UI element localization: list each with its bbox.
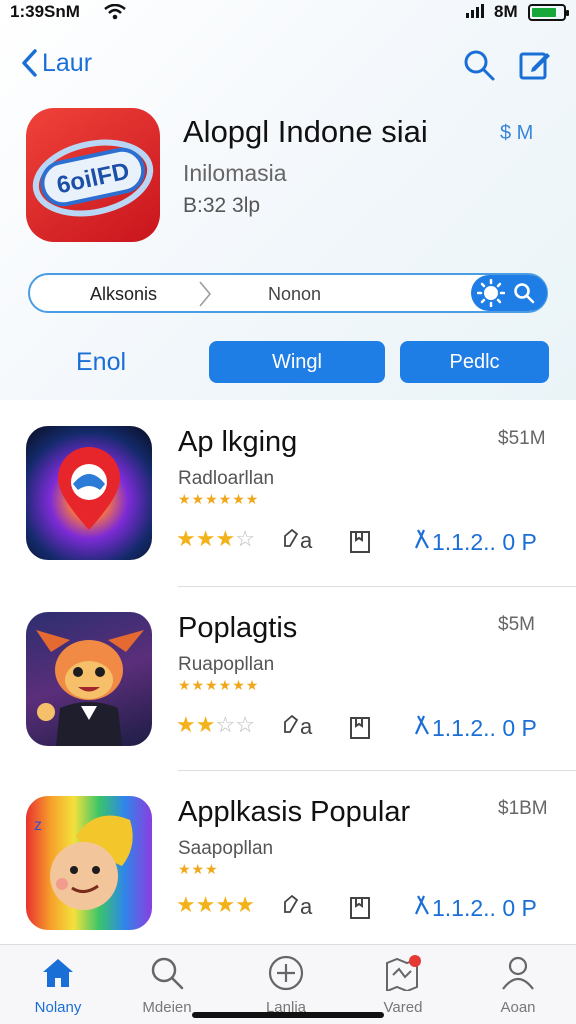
character-icon: z [34,815,133,910]
star-icon: ★ [195,526,216,551]
status-time: 1:39SnM [10,2,80,21]
tab-label: Nolany [34,999,82,1016]
app-size: B:32 3lp [183,194,261,217]
item-version[interactable]: 1.1.2.. 0 P [412,714,537,742]
svg-text:z: z [34,817,42,834]
star-rating-icon: ★★★☆ [176,526,255,552]
battery-icon [528,4,569,21]
bookmark-icon[interactable] [348,714,372,740]
edit-icon [284,894,299,913]
star-rating-icon: ★★★★ [176,892,255,918]
item-price: $1BM [498,798,548,819]
tab-label: Aoan [500,999,536,1016]
bookmark-icon[interactable] [348,894,372,920]
filter-text-button[interactable]: Enol [76,348,126,377]
person-icon [502,956,534,990]
search-segment-left[interactable]: Alksonis [90,284,157,305]
plus-circle-icon [268,955,304,991]
item-subtitle: Ruapopllan [178,654,275,675]
item-price: $5M [498,614,535,635]
app-icon [26,612,152,746]
search-icon [151,957,184,990]
star-icon: ★ [195,892,216,917]
tab-home[interactable]: Nolany [12,955,104,1016]
header-small-icons[interactable]: $ M [500,122,533,145]
star-icon: ★ [195,712,216,737]
nav-bar: Laur [0,40,576,94]
item-a-label: a [282,894,312,920]
star-icon: ★ [215,526,236,551]
tab-map[interactable]: Vared [357,955,449,1016]
status-bar: 1:39SnM 8M [0,0,576,26]
download-icon [414,895,429,915]
list-item[interactable]: Poplagtis Ruapopllan ★★★★★★ $5M ★★☆☆ a 1… [0,590,576,774]
edit-icon [284,528,299,547]
bookmark-icon[interactable] [348,528,372,554]
divider [178,770,576,771]
divider [178,586,576,587]
status-right-text: 8M [494,2,518,21]
app-logo-icon: 6oilFD [32,139,154,217]
download-icon [414,529,429,549]
filter-button-1[interactable]: Wingl [209,341,385,383]
tab-profile[interactable]: Aoan [472,955,564,1016]
back-button[interactable]: Laur [20,48,92,78]
home-icon [43,959,73,987]
chevron-right-icon [199,281,211,307]
star-icon: ☆ [235,712,255,737]
chevron-left-icon [22,49,37,77]
item-rating: ★★★★★★ [178,677,260,693]
item-title: Applkasis Popular [178,796,411,828]
sun-icon [477,279,505,307]
map-icon [386,955,421,991]
item-subtitle: Radloarllan [178,468,275,489]
star-icon: ★ [176,526,196,551]
search-icon [514,283,535,304]
star-icon: ★ [235,892,255,917]
item-title: Poplagtis [178,612,298,644]
app-icon [26,426,152,560]
signal-icon [466,4,484,18]
character-icon [36,630,144,746]
home-indicator [192,1012,384,1018]
edit-icon [284,714,299,733]
star-icon: ★ [176,892,196,917]
star-icon: ★ [176,712,196,737]
search-action-button[interactable] [471,275,547,311]
app-title: Alopgl Indone siai [183,114,428,149]
star-icon: ☆ [215,712,236,737]
tab-add[interactable]: Lanlia [240,955,332,1016]
item-a-label: a [282,528,312,554]
item-version[interactable]: 1.1.2.. 0 P [412,894,537,922]
compose-icon[interactable] [518,48,552,82]
search-segment-right[interactable]: Nonon [268,284,321,305]
star-icon: ☆ [235,526,255,551]
app-icon: 6oilFD [26,108,160,242]
star-icon: ★ [215,892,236,917]
segmented-search-bar[interactable]: Alksonis Nonon [28,273,548,313]
list-item[interactable]: z Applkasis Popular Saapopllan ★★★ $1BM … [0,774,576,958]
search-icon[interactable] [462,48,496,82]
item-rating: ★★★ [178,861,219,877]
item-price: $51M [498,428,546,449]
location-pin-icon [58,447,120,530]
item-title: Ap lkging [178,426,298,458]
app-subtitle: Inilomasia [183,160,287,186]
item-subtitle: Saapopllan [178,838,274,859]
download-icon [414,715,429,735]
item-rating: ★★★★★★ [178,491,260,507]
item-a-label: a [282,714,312,740]
back-label: Laur [42,48,93,77]
tab-search[interactable]: Mdeien [121,955,213,1016]
star-rating-icon: ★★☆☆ [176,712,255,738]
item-version[interactable]: 1.1.2.. 0 P [412,528,537,556]
filter-button-2[interactable]: Pedlc [400,341,549,383]
wifi-icon [104,4,126,20]
notification-badge [409,955,421,967]
app-icon: z [26,796,152,930]
list-item[interactable]: Ap lkging Radloarllan ★★★★★★ $51M ★★★☆ a… [0,404,576,588]
